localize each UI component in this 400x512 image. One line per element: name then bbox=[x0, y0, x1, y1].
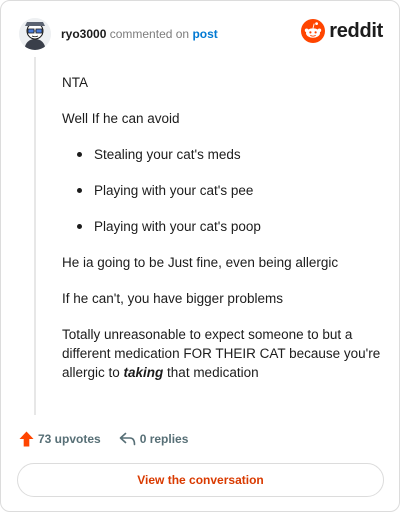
avatar-icon bbox=[19, 18, 51, 50]
upvote-count: 73 upvotes bbox=[38, 432, 101, 446]
comment-paragraph: Totally unreasonable to expect someone t… bbox=[62, 325, 382, 382]
view-conversation-button[interactable]: View the conversation bbox=[17, 463, 384, 497]
brand-wordmark: reddit bbox=[329, 19, 383, 42]
comment-verb: commented on bbox=[109, 27, 190, 41]
comment-text: that medication bbox=[163, 365, 259, 380]
user-avatar[interactable] bbox=[19, 18, 51, 50]
username-link[interactable]: ryo3000 bbox=[61, 27, 106, 41]
comment-body: NTA Well If he can avoid Stealing your c… bbox=[62, 73, 382, 399]
list-item: Playing with your cat's pee bbox=[62, 181, 382, 200]
comment-bullet-list: Stealing your cat's meds Playing with yo… bbox=[62, 145, 382, 236]
reply-arrow-icon bbox=[119, 432, 136, 446]
comment-paragraph: Well If he can avoid bbox=[62, 111, 180, 126]
emphasized-text: taking bbox=[123, 365, 164, 380]
comment-header: ryo3000 commented on post reddit bbox=[19, 17, 383, 51]
replies-count: 0 replies bbox=[139, 432, 189, 446]
upvote-arrow-icon bbox=[19, 431, 34, 447]
replies-button[interactable]: 0 replies bbox=[119, 432, 189, 446]
comment-card: ryo3000 commented on post reddit NTA Wel… bbox=[0, 0, 400, 512]
post-link[interactable]: post bbox=[192, 27, 217, 41]
reddit-snoo-icon bbox=[301, 19, 326, 43]
reddit-logo[interactable]: reddit bbox=[301, 19, 383, 43]
upvote-button[interactable]: 73 upvotes bbox=[19, 431, 101, 447]
comment-paragraph: NTA bbox=[62, 75, 88, 90]
comment-footer: 73 upvotes 0 replies bbox=[19, 429, 188, 449]
list-item: Playing with your cat's poop bbox=[62, 217, 382, 236]
comment-meta: ryo3000 commented on post bbox=[61, 27, 218, 41]
comment-paragraph: If he can't, you have bigger problems bbox=[62, 291, 283, 306]
list-item: Stealing your cat's meds bbox=[62, 145, 382, 164]
comment-paragraph: He ia going to be Just fine, even being … bbox=[62, 255, 339, 270]
thread-line bbox=[34, 57, 36, 415]
